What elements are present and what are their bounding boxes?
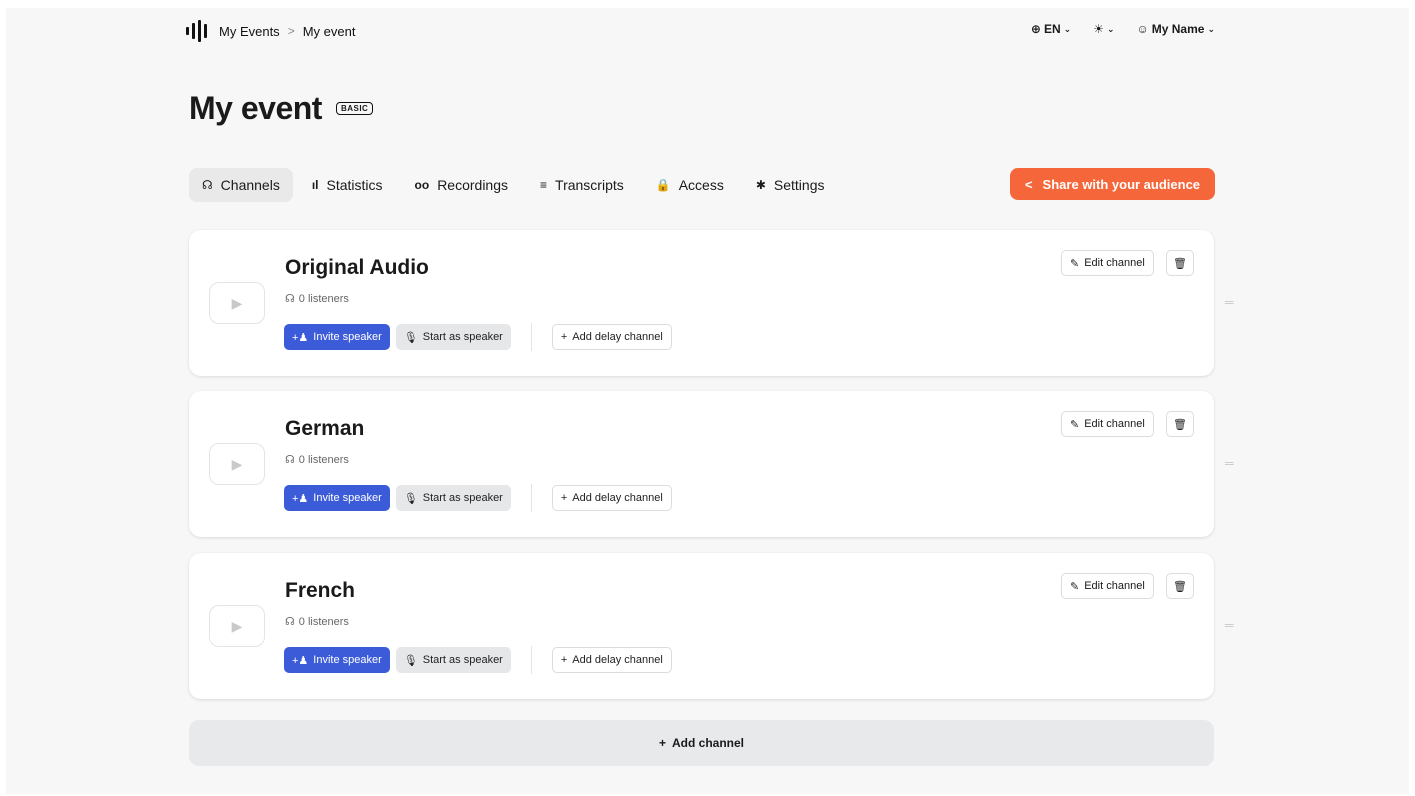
start-as-speaker-button[interactable]: 🎙 Start as speaker: [395, 485, 511, 511]
add-channel-button[interactable]: + Add channel: [189, 720, 1214, 766]
page-title: My event: [189, 90, 322, 126]
lines-icon: ≡: [540, 178, 548, 192]
tab-bar: ☊ Channels ıl Statistics oo Recordings ≡ Tra…: [189, 168, 837, 202]
add-user-icon: +♟: [292, 492, 309, 505]
edit-channel-button[interactable]: ✎ Edit channel: [1061, 411, 1154, 437]
channel-actions: +♟ Invite speaker 🎙 Start as speaker + Add …: [284, 484, 672, 512]
plus-icon: +: [560, 492, 568, 504]
app-logo[interactable]: [186, 20, 207, 42]
user-icon: ☺: [1136, 22, 1149, 36]
microphone-icon: 🎙: [403, 654, 418, 667]
microphone-icon: 🎙: [403, 492, 418, 505]
plus-icon: +: [658, 736, 666, 750]
sun-icon: ☀: [1093, 22, 1104, 36]
channel-actions: +♟ Invite speaker 🎙 Start as speaker + Add …: [284, 323, 672, 351]
tab-transcripts[interactable]: ≡ Transcripts: [527, 168, 637, 202]
delete-channel-button[interactable]: 🗑: [1166, 573, 1194, 599]
listener-count: ☊ 0 listeners: [285, 453, 349, 467]
invite-speaker-button[interactable]: +♟ Invite speaker: [284, 485, 390, 511]
theme-selector[interactable]: ☀ ⌄: [1093, 22, 1114, 36]
title-row: My event BASIC: [189, 90, 374, 127]
channel-actions: +♟ Invite speaker 🎙 Start as speaker + Add …: [284, 646, 672, 674]
invite-speaker-button[interactable]: +♟ Invite speaker: [284, 647, 390, 673]
lock-icon: 🔒: [655, 178, 671, 192]
add-user-icon: +♟: [292, 331, 309, 344]
language-selector[interactable]: ⊕ EN ⌄: [1031, 22, 1071, 36]
start-as-speaker-button[interactable]: 🎙 Start as speaker: [395, 647, 511, 673]
channel-card: ▶ French ☊ 0 listeners +♟ Invite speaker 🎙…: [189, 553, 1234, 699]
headphones-icon: ☊: [285, 293, 295, 305]
add-delay-channel-button[interactable]: + Add delay channel: [551, 647, 672, 673]
share-icon: <: [1024, 176, 1033, 192]
drag-handle-icon[interactable]: ═: [1225, 295, 1237, 309]
play-icon: ▶: [231, 294, 243, 311]
bar-chart-icon: ıl: [311, 178, 319, 192]
top-right-menu: ⊕ EN ⌄ ☀ ⌄ ☺ My Name ⌄: [1031, 22, 1215, 36]
pencil-icon: ✎: [1070, 418, 1080, 431]
channel-card: ▶ Original Audio ☊ 0 listeners +♟ Invite s…: [189, 230, 1234, 376]
globe-icon: ⊕: [1030, 22, 1041, 36]
add-delay-channel-button[interactable]: + Add delay channel: [551, 485, 672, 511]
play-button[interactable]: ▶: [209, 443, 265, 485]
chevron-down-icon: ⌄: [1106, 23, 1115, 34]
plan-badge: BASIC: [335, 102, 374, 115]
delete-channel-button[interactable]: 🗑: [1166, 411, 1194, 437]
gear-icon: ✱: [755, 178, 766, 192]
headphones-icon: ☊: [285, 616, 295, 628]
play-icon: ▶: [231, 455, 243, 472]
chevron-down-icon: ⌄: [1063, 23, 1072, 34]
user-menu[interactable]: ☺ My Name ⌄: [1137, 22, 1216, 36]
breadcrumb-separator: >: [287, 24, 295, 38]
trash-icon: 🗑: [1173, 418, 1187, 431]
listener-count: ☊ 0 listeners: [285, 292, 349, 306]
edit-channel-button[interactable]: ✎ Edit channel: [1061, 250, 1154, 276]
drag-handle-icon[interactable]: ═: [1225, 456, 1237, 470]
tab-access[interactable]: 🔒 Access: [643, 168, 737, 202]
play-button[interactable]: ▶: [209, 605, 265, 647]
delete-channel-button[interactable]: 🗑: [1166, 250, 1194, 276]
microphone-icon: 🎙: [403, 331, 418, 344]
channel-name: French: [285, 579, 356, 602]
tab-statistics[interactable]: ıl Statistics: [299, 168, 396, 202]
breadcrumb-current: My event: [302, 23, 356, 39]
voicemail-icon: oo: [414, 178, 430, 192]
play-icon: ▶: [231, 617, 243, 634]
divider: [530, 484, 532, 512]
channel-card: ▶ German ☊ 0 listeners +♟ Invite speaker 🎙…: [189, 391, 1234, 537]
channel-name: German: [285, 417, 365, 440]
add-user-icon: +♟: [292, 654, 309, 667]
drag-handle-icon[interactable]: ═: [1225, 618, 1237, 632]
play-button[interactable]: ▶: [209, 282, 265, 324]
headphones-icon: ☊: [202, 178, 213, 192]
edit-channel-button[interactable]: ✎ Edit channel: [1061, 573, 1154, 599]
breadcrumb-my-events[interactable]: My Events: [219, 24, 280, 39]
trash-icon: 🗑: [1173, 257, 1187, 270]
listener-count: ☊ 0 listeners: [285, 615, 349, 629]
chevron-down-icon: ⌄: [1207, 23, 1215, 34]
tab-channels[interactable]: ☊ Channels: [189, 168, 293, 202]
tab-recordings[interactable]: oo Recordings: [402, 168, 522, 202]
plus-icon: +: [560, 331, 568, 343]
pencil-icon: ✎: [1070, 257, 1080, 270]
invite-speaker-button[interactable]: +♟ Invite speaker: [284, 324, 390, 350]
plus-icon: +: [560, 654, 568, 666]
add-delay-channel-button[interactable]: + Add delay channel: [551, 324, 672, 350]
divider: [530, 323, 532, 351]
start-as-speaker-button[interactable]: 🎙 Start as speaker: [395, 324, 511, 350]
share-with-audience-button[interactable]: < Share with your audience: [1010, 168, 1215, 200]
tab-settings[interactable]: ✱ Settings: [743, 168, 838, 202]
trash-icon: 🗑: [1173, 580, 1187, 593]
divider: [530, 646, 532, 674]
channel-name: Original Audio: [285, 256, 429, 279]
pencil-icon: ✎: [1070, 580, 1080, 593]
headphones-icon: ☊: [285, 454, 295, 466]
